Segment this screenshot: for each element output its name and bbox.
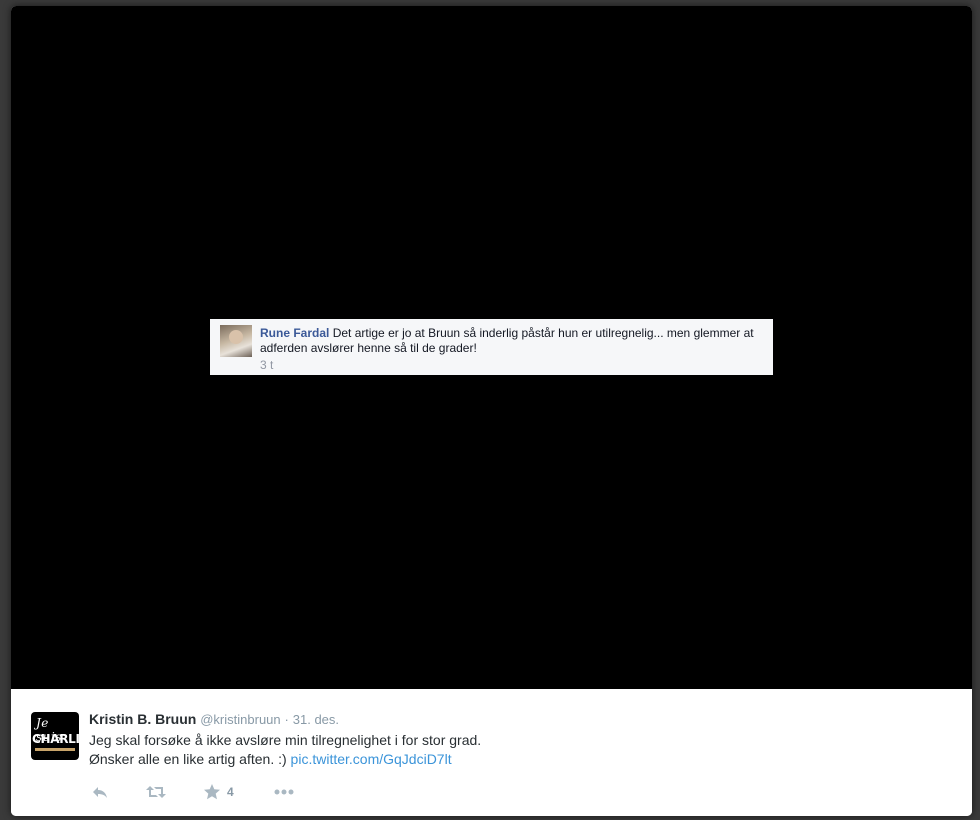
facebook-comment-screenshot: Rune Fardal Det artige er jo at Bruun så… [210, 319, 773, 375]
comment-time: 3 t [260, 358, 274, 372]
media-image[interactable]: Rune Fardal Det artige er jo at Bruun så… [11, 6, 972, 689]
author-handle[interactable]: @kristinbruun [200, 712, 280, 727]
reply-icon [93, 787, 107, 798]
pencil-graphic [35, 748, 75, 751]
avatar[interactable]: Je suis CHARLIE [31, 712, 79, 760]
tweet: Je suis CHARLIE Kristin B. Bruun @kristi… [11, 689, 972, 816]
favorite-count: 4 [227, 785, 234, 799]
avatar-text-bottom: CHARLIE [32, 732, 79, 746]
commenter-name: Rune Fardal [260, 326, 330, 340]
tweet-text: Jeg skal forsøke å ikke avsløre min tilr… [89, 731, 481, 769]
comment-text: Det artige er jo at Bruun så inderlig på… [260, 326, 754, 355]
tweet-media-modal: Rune Fardal Det artige er jo at Bruun så… [11, 6, 972, 816]
author-name[interactable]: Kristin B. Bruun [89, 711, 196, 727]
header-separator: · [284, 712, 289, 727]
tweet-text-line-2-body: Ønsker alle en like artig aften. :) [89, 751, 287, 767]
tweet-text-line-2: Ønsker alle en like artig aften. :) pic.… [89, 750, 481, 769]
more-button[interactable] [273, 783, 295, 803]
favorite-button[interactable]: 4 [203, 783, 234, 803]
commenter-avatar [220, 325, 252, 357]
retweet-icon [146, 786, 166, 798]
favorite-icon [204, 784, 220, 800]
tweet-date[interactable]: 31. des. [293, 712, 339, 727]
tweet-text-line-1: Jeg skal forsøke å ikke avsløre min tilr… [89, 732, 482, 748]
reply-button[interactable] [91, 783, 109, 803]
tweet-header: Kristin B. Bruun @kristinbruun · 31. des… [89, 711, 339, 727]
media-link[interactable]: pic.twitter.com/GqJdciD7lt [291, 751, 452, 767]
retweet-button[interactable] [145, 783, 167, 803]
more-icon [274, 789, 294, 795]
